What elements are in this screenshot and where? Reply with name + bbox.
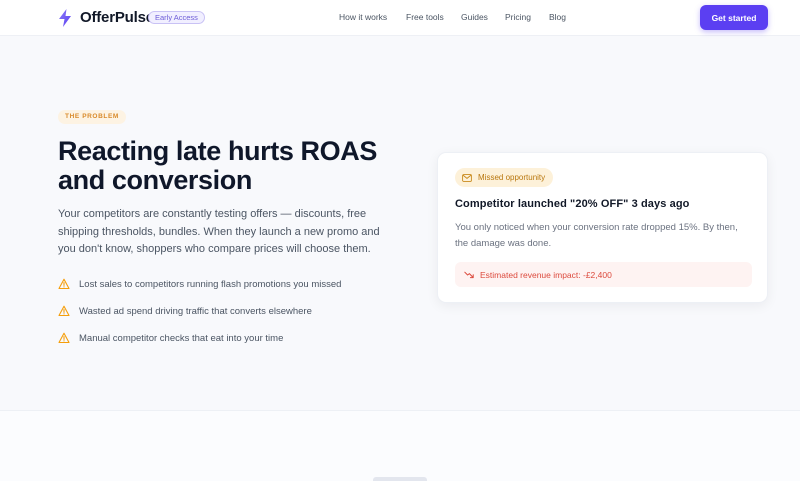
warning-triangle-icon xyxy=(58,305,70,317)
hero-title-line-2: and conversion xyxy=(58,165,252,195)
hero-description-line-2: shipping thresholds, bundles. When they … xyxy=(58,225,380,238)
revenue-impact-text: Estimated revenue impact: -£2,400 xyxy=(480,269,612,280)
card-description: You only noticed when your conversion ra… xyxy=(455,220,760,251)
envelope-icon xyxy=(462,173,472,182)
problem-bullet-text: Manual competitor checks that eat into y… xyxy=(79,332,284,344)
nav-how-it-works[interactable]: How it works xyxy=(339,12,387,22)
warning-triangle-icon xyxy=(58,332,70,344)
missed-opportunity-card: Missed opportunity Competitor launched "… xyxy=(437,152,768,303)
chip-label: Missed opportunity xyxy=(478,173,546,182)
hero-description-line-1: Your competitors are constantly testing … xyxy=(58,208,367,220)
card-title: Competitor launched "20% OFF" 3 days ago xyxy=(455,198,690,210)
hero-title: Reacting late hurts ROAS and conversion xyxy=(58,137,418,195)
revenue-impact-banner: Estimated revenue impact: -£2,400 xyxy=(455,262,752,287)
brand-name[interactable]: OfferPulse xyxy=(80,9,154,26)
next-section xyxy=(0,411,800,481)
hero-title-line-1: Reacting late hurts ROAS xyxy=(58,136,377,166)
next-section-element xyxy=(373,477,427,481)
problem-bullet-1: Lost sales to competitors running flash … xyxy=(58,277,341,291)
missed-opportunity-chip: Missed opportunity xyxy=(455,168,554,187)
nav-free-tools[interactable]: Free tools xyxy=(406,12,444,22)
get-started-button[interactable]: Get started xyxy=(700,5,768,30)
warning-triangle-icon xyxy=(58,278,70,290)
hero-description-line-3: you don't know, shoppers who compare pri… xyxy=(58,243,371,255)
nav-pricing[interactable]: Pricing xyxy=(505,12,531,22)
card-description-line-1: You only noticed when your conversion ra… xyxy=(455,222,738,233)
nav-blog[interactable]: Blog xyxy=(549,12,566,22)
nav-guides[interactable]: Guides xyxy=(461,12,488,22)
problem-bullet-2: Wasted ad spend driving traffic that con… xyxy=(58,304,312,318)
problem-bullet-text: Wasted ad spend driving traffic that con… xyxy=(79,305,312,317)
hero-description: Your competitors are constantly testing … xyxy=(58,206,398,259)
site-header: OfferPulse Early Access How it works Fre… xyxy=(0,0,800,36)
problem-bullet-3: Manual competitor checks that eat into y… xyxy=(58,331,283,345)
problem-bullet-text: Lost sales to competitors running flash … xyxy=(79,278,342,290)
card-description-line-2: the damage was done. xyxy=(455,237,552,249)
lightning-bolt-icon[interactable] xyxy=(58,9,72,27)
trending-down-icon xyxy=(464,271,474,278)
section-eyebrow: THE PROBLEM xyxy=(58,110,126,124)
early-access-badge: Early Access xyxy=(148,11,205,24)
